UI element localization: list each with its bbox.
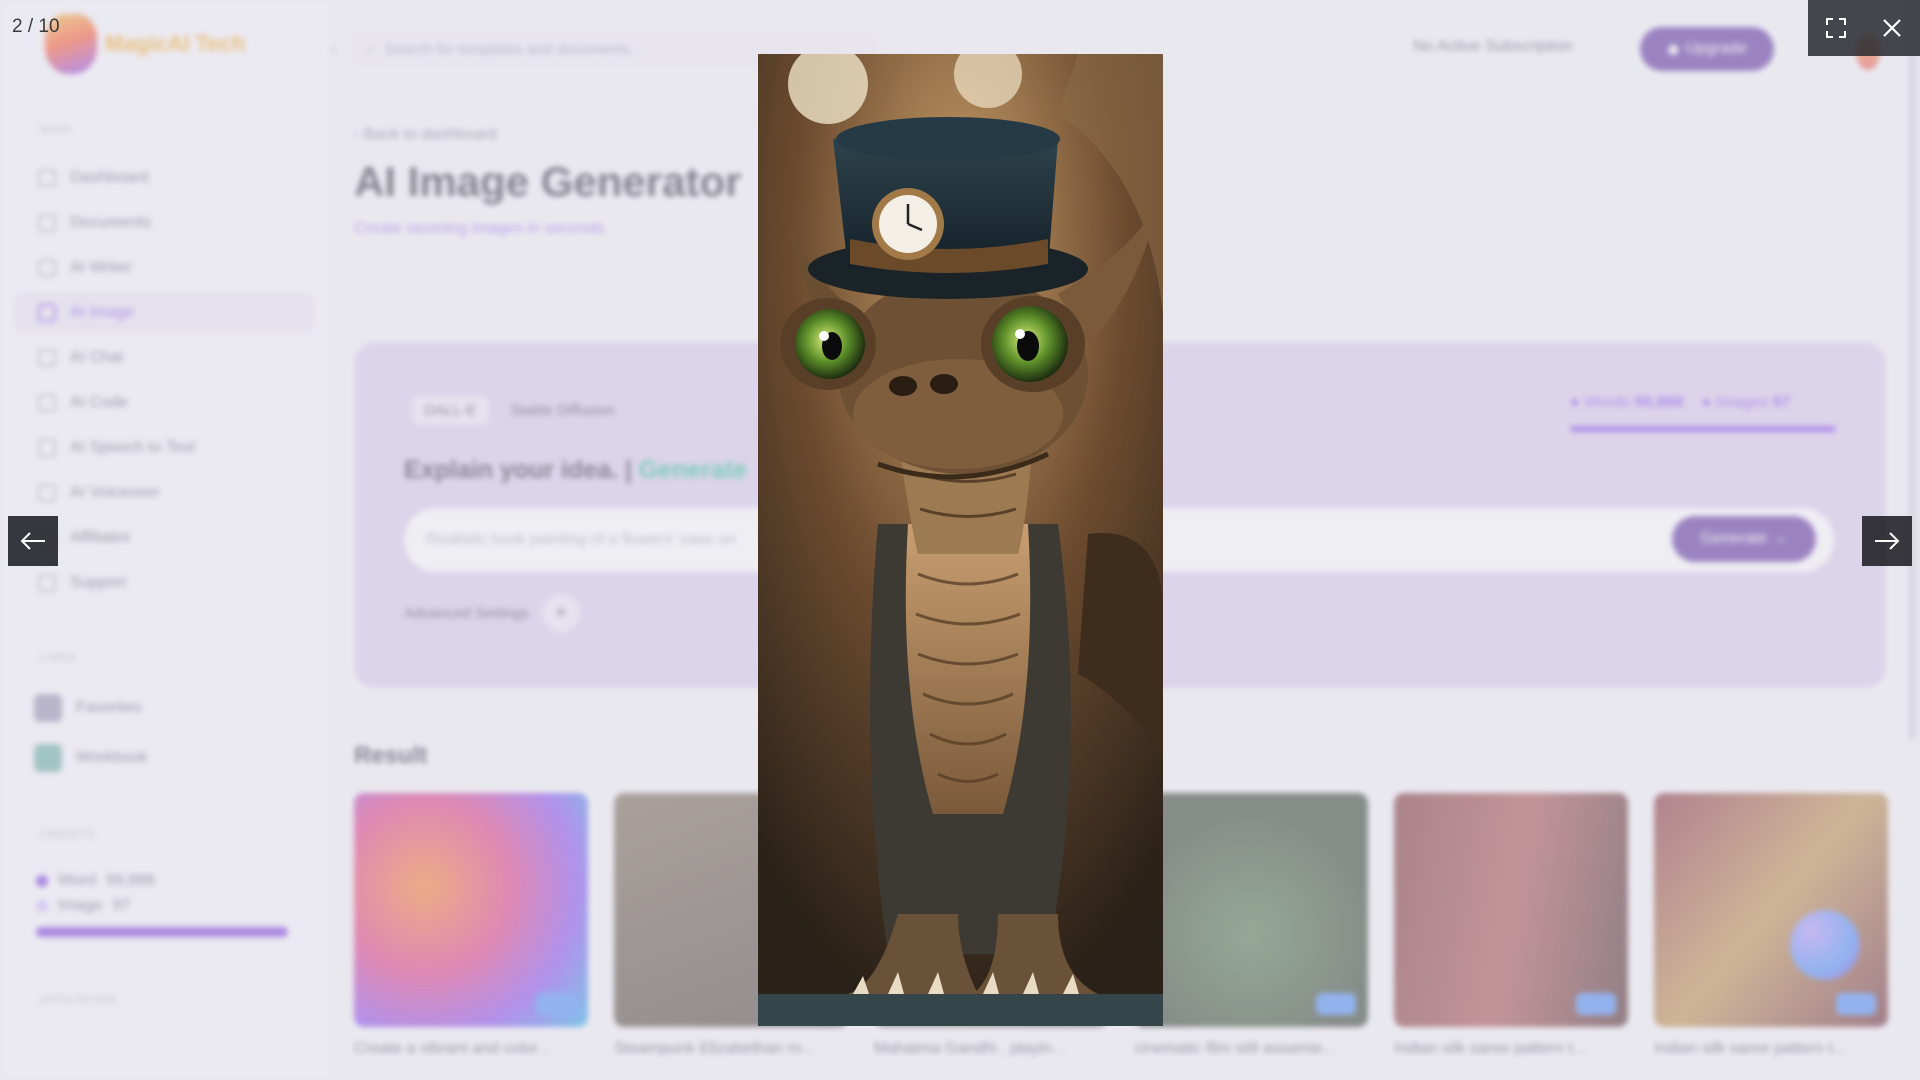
image-counter: 2 / 10 bbox=[12, 16, 60, 37]
previous-image-button[interactable] bbox=[8, 516, 58, 566]
close-button[interactable] bbox=[1864, 0, 1920, 56]
next-image-button[interactable] bbox=[1862, 516, 1912, 566]
fullscreen-icon bbox=[1826, 18, 1846, 38]
steampunk-dragon-image bbox=[758, 54, 1163, 1026]
close-icon bbox=[1883, 19, 1901, 37]
arrow-left-icon bbox=[20, 532, 45, 550]
lightbox-image bbox=[758, 54, 1163, 1026]
fullscreen-button[interactable] bbox=[1808, 0, 1864, 56]
arrow-right-icon bbox=[1875, 532, 1900, 550]
